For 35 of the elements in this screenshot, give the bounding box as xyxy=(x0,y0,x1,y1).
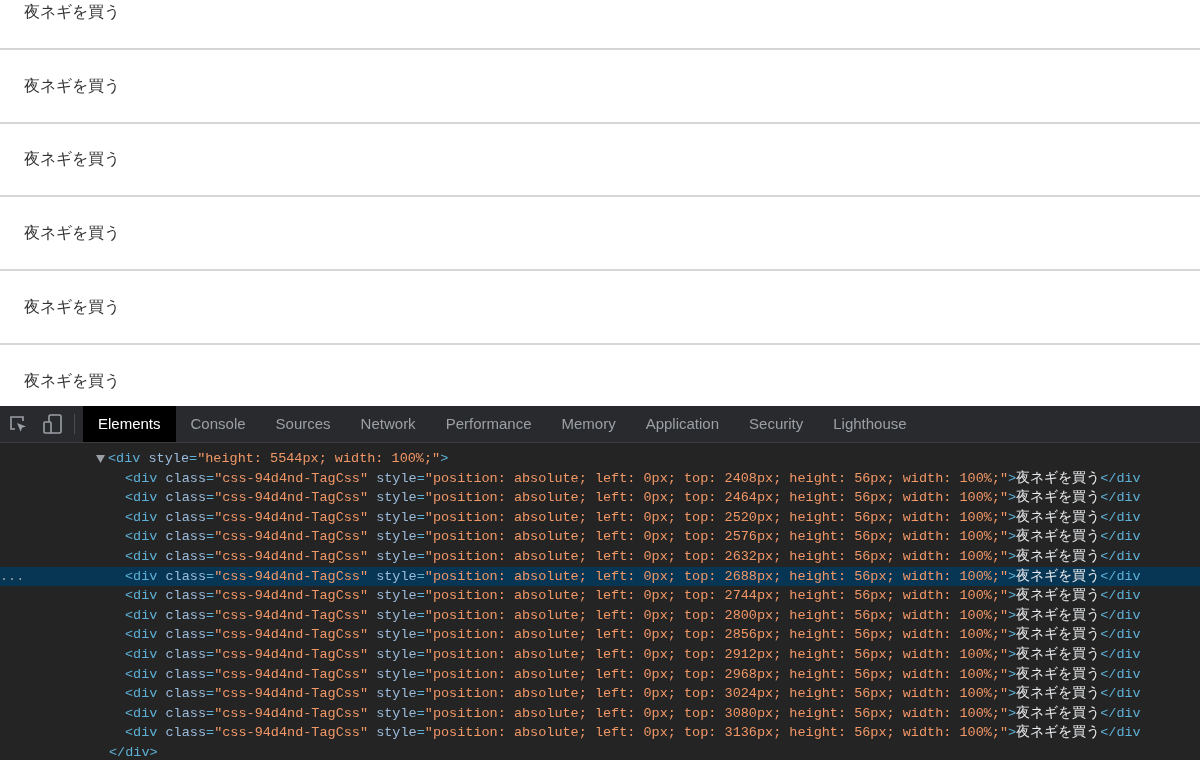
code-line[interactable]: <div class="css-94d4nd-TagCss" style="position: absolute; left: 0px; top: 2968px; height: 56px; width: 100%;">夜ネギを買う</div xyxy=(125,664,1141,685)
devtools-tab[interactable]: Network xyxy=(345,406,431,442)
expanded-triangle-icon[interactable] xyxy=(96,454,105,463)
inspect-icon[interactable] xyxy=(8,414,28,434)
device-toolbar-icon[interactable] xyxy=(42,413,64,435)
devtools-tab[interactable]: Elements xyxy=(83,406,176,442)
devtools-tab[interactable]: Application xyxy=(630,406,735,442)
devtools-tab[interactable]: Memory xyxy=(546,406,631,442)
code-line[interactable]: <div class="css-94d4nd-TagCss" style="position: absolute; left: 0px; top: 3136px; height: 56px; width: 100%;">夜ネギを買う</div xyxy=(125,723,1141,743)
code-line[interactable]: <div class="css-94d4nd-TagCss" style="position: absolute; left: 0px; top: 2856px; height: 56px; width: 100%;">夜ネギを買う</div xyxy=(125,625,1141,645)
code-line[interactable]: <div class="css-94d4nd-TagCss" style="position: absolute; left: 0px; top: 2520px; height: 56px; width: 100%;">夜ネギを買う</div xyxy=(125,507,1141,528)
devtools-tab[interactable]: Console xyxy=(175,406,261,442)
code-line[interactable]: <div class="css-94d4nd-TagCss" style="position: absolute; left: 0px; top: 2464px; height: 56px; width: 100%;">夜ネギを買う</div xyxy=(125,488,1141,508)
code-line[interactable]: <div style="height: 5544px; width: 100%;"> xyxy=(108,449,449,469)
list-item-label: 夜ネギを買う xyxy=(24,149,120,170)
code-line[interactable]: <div class="css-94d4nd-TagCss" style="position: absolute; left: 0px; top: 3024px; height: 56px; width: 100%;">夜ネギを買う</div xyxy=(125,684,1141,704)
devtools-tab[interactable]: Sources xyxy=(260,406,346,442)
code-line[interactable]: <div class="css-94d4nd-TagCss" style="position: absolute; left: 0px; top: 2744px; height: 56px; width: 100%;">夜ネギを買う</div xyxy=(125,586,1141,606)
list-item-label: 夜ネギを買う xyxy=(24,75,120,96)
code-line[interactable]: </div> xyxy=(109,742,158,760)
list-item-label: 夜ネギを買う xyxy=(24,370,120,391)
code-line[interactable]: <div class="css-94d4nd-TagCss" style="position: absolute; left: 0px; top: 2408px; height: 56px; width: 100%;">夜ネギを買う</div xyxy=(125,468,1141,489)
devtools-tab[interactable]: Performance xyxy=(430,406,547,442)
code-line[interactable]: <div class="css-94d4nd-TagCss" style="position: absolute; left: 0px; top: 2632px; height: 56px; width: 100%;">夜ネギを買う</div xyxy=(125,546,1141,567)
code-line[interactable]: <div class="css-94d4nd-TagCss" style="position: absolute; left: 0px; top: 2912px; height: 56px; width: 100%;">夜ネギを買う</div xyxy=(125,644,1141,665)
devtools-tab[interactable]: Lighthouse xyxy=(818,406,922,442)
code-line[interactable]: <div class="css-94d4nd-TagCss" style="position: absolute; left: 0px; top: 2688px; height: 56px; width: 100%;">夜ネギを買う</div xyxy=(125,566,1141,587)
list-item-label: 夜ネギを買う xyxy=(24,296,120,317)
devtools-tab[interactable]: Security xyxy=(734,406,819,442)
code-line[interactable]: <div class="css-94d4nd-TagCss" style="position: absolute; left: 0px; top: 3080px; height: 56px; width: 100%;">夜ネギを買う</div xyxy=(125,703,1141,724)
code-line[interactable]: <div class="css-94d4nd-TagCss" style="position: absolute; left: 0px; top: 2576px; height: 56px; width: 100%;">夜ネギを買う</div xyxy=(125,527,1141,547)
ellipsis-marker[interactable]: ... xyxy=(0,566,25,587)
list-item-label: 夜ネギを買う xyxy=(24,1,120,22)
list-item-label: 夜ネギを買う xyxy=(24,223,120,244)
code-line[interactable]: <div class="css-94d4nd-TagCss" style="position: absolute; left: 0px; top: 2800px; height: 56px; width: 100%;">夜ネギを買う</div xyxy=(125,605,1141,626)
